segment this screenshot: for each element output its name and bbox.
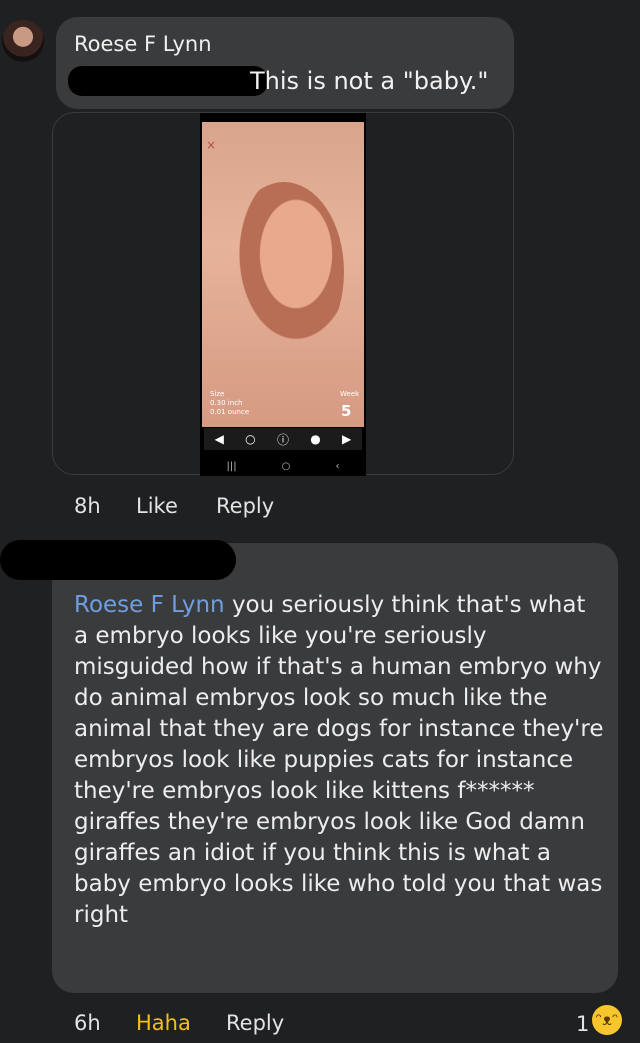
like-button[interactable]: Like [136,494,178,518]
reply-button[interactable]: Reply [226,1011,284,1035]
comment-time: 8h [74,494,101,518]
circle-icon: ○ [245,432,256,446]
redacted-name [68,66,268,96]
back-icon: ‹ [335,460,340,472]
phone-nav-bar: ||| ○ ‹ [204,458,362,474]
reaction-count: 1 [576,1012,590,1036]
comment-author[interactable]: Roese F Lynn [74,32,212,56]
reply-button[interactable]: Reply [216,494,274,518]
size-ounce: 0.01 ounce [210,408,250,416]
comment-text: This is not a "baby." [250,67,489,95]
comment-text: Roese F Lynn you seriously think that's … [74,590,604,931]
week-label: Week [340,390,360,398]
size-info: Size 0.30 inch 0.01 ounce [210,390,249,417]
comment-time: 6h [74,1011,101,1035]
embryo-image [202,122,364,427]
next-icon: ▶ [342,432,352,446]
avatar[interactable] [2,20,44,62]
embryo-shape [224,182,344,362]
home-icon: ○ [281,460,291,472]
redacted-name [0,540,236,580]
mention-link[interactable]: Roese F Lynn [74,592,225,618]
week-number: 5 [341,402,352,420]
size-label: Size [210,390,225,398]
recents-icon: ||| [226,460,237,472]
haha-reaction-button[interactable]: Haha [136,1011,191,1035]
media-controls: ◀ ○ ⓘ ● ▶ [204,428,362,450]
dot-icon: ● [310,432,321,446]
size-inch: 0.30 inch [210,399,243,407]
close-icon: × [206,138,217,152]
info-icon: ⓘ [276,432,289,447]
laughing-emoji-icon[interactable]: ᵔᴥᵔ [592,1005,622,1035]
prev-icon: ◀ [214,432,224,446]
comment-body: you seriously think that's what a embryo… [74,592,604,928]
